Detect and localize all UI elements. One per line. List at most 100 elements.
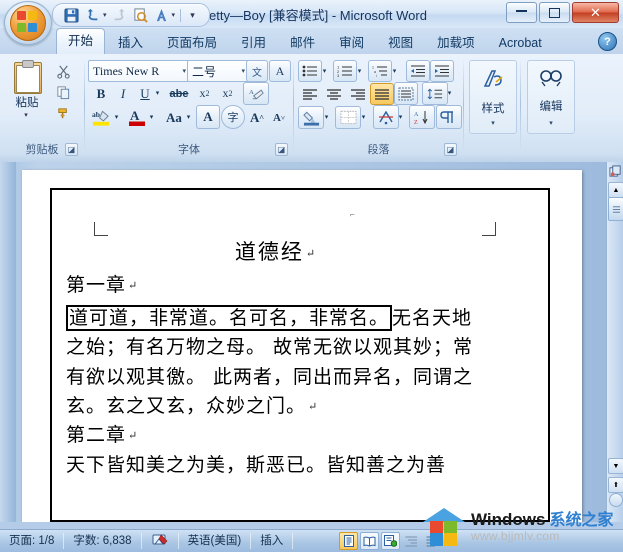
superscript-button[interactable]: x2 xyxy=(216,83,239,104)
font-group-label: 字体 xyxy=(178,144,200,156)
tab-page-layout[interactable]: 页面布局 xyxy=(156,32,228,54)
web-layout-view-button[interactable] xyxy=(381,532,401,550)
proofing-errors-icon[interactable] xyxy=(142,533,179,549)
grow-font-button[interactable]: A ˄ xyxy=(246,106,268,129)
format-painter-caret-icon[interactable]: ▾ xyxy=(172,11,176,19)
group-divider-4 xyxy=(520,58,521,152)
restore-button[interactable] xyxy=(539,2,570,23)
help-icon[interactable]: ? xyxy=(598,32,617,51)
scroll-down-button[interactable]: ▼ xyxy=(608,458,623,474)
font-name-caret-icon[interactable]: ▾ xyxy=(182,67,186,75)
character-border-button[interactable]: A xyxy=(269,60,291,82)
font-size-caret-icon[interactable]: ▾ xyxy=(241,67,245,75)
borders-caret-icon[interactable]: ▾ xyxy=(358,111,369,123)
svg-text:A: A xyxy=(130,108,140,123)
editing-button[interactable]: 编辑 ▾ xyxy=(527,60,575,134)
full-screen-reading-view-button[interactable] xyxy=(360,532,380,550)
group-divider-2 xyxy=(293,58,294,152)
asian-layout-caret-icon[interactable]: ▾ xyxy=(395,111,406,123)
shrink-font-button[interactable]: A ˅ xyxy=(268,106,290,129)
vertical-scrollbar[interactable]: ▲ ▼ ⬆ xyxy=(606,162,623,522)
document-canvas[interactable]: ⌐ 道德经 ↵ 第一章 ↵ 道可道，非常道。名可名，非常名。 无名天地之始；有名万物之… xyxy=(0,162,623,522)
document-page[interactable]: ⌐ 道德经 ↵ 第一章 ↵ 道可道，非常道。名可名，非常名。 无名天地之始；有名万物之… xyxy=(22,170,582,522)
save-icon[interactable] xyxy=(63,7,80,24)
selected-text-box[interactable]: 道可道，非常道。名可名，非常名。 xyxy=(66,304,393,331)
clipboard-dialog-launcher[interactable]: ◪ xyxy=(65,143,78,156)
copy-button[interactable] xyxy=(52,82,74,103)
show-formatting-marks-button[interactable] xyxy=(436,105,462,129)
tab-home[interactable]: 开始 xyxy=(56,28,106,54)
bold-button[interactable]: B xyxy=(90,83,112,104)
paste-caret-icon[interactable]: ▾ xyxy=(24,111,28,119)
ribbon-tab-strip: 开始 插入 页面布局 引用 邮件 审阅 视图 加载项 Acrobat ? xyxy=(0,28,623,55)
browse-object-top-icon[interactable] xyxy=(608,164,622,178)
phonetic-guide-button[interactable]: 文 xyxy=(246,60,268,82)
group-divider-3 xyxy=(463,58,464,152)
bullets-caret-icon[interactable]: ▾ xyxy=(319,65,330,77)
customize-qat-icon[interactable]: ▾ xyxy=(184,7,201,24)
font-dialog-launcher[interactable]: ◪ xyxy=(275,143,288,156)
tab-addins[interactable]: 加载项 xyxy=(426,32,486,54)
outline-view-button[interactable] xyxy=(402,532,421,550)
previous-page-button[interactable]: ⬆ xyxy=(608,477,623,493)
word-count-status[interactable]: 字数: 6,838 xyxy=(64,533,142,549)
align-right-button[interactable] xyxy=(346,83,370,105)
text-highlight-caret-icon[interactable]: ▾ xyxy=(111,111,122,123)
align-center-button[interactable] xyxy=(322,83,346,105)
tab-acrobat[interactable]: Acrobat xyxy=(488,32,553,54)
clear-formatting-button[interactable]: A xyxy=(243,82,269,105)
paste-button[interactable]: 粘贴 ▾ xyxy=(6,60,48,130)
scroll-thumb[interactable] xyxy=(608,197,623,221)
editing-caret-icon[interactable]: ▾ xyxy=(549,119,553,127)
office-orb-icon xyxy=(10,5,46,41)
tab-view[interactable]: 视图 xyxy=(377,32,424,54)
office-button[interactable] xyxy=(4,1,52,45)
multilevel-list-caret-icon[interactable]: ▾ xyxy=(389,65,400,77)
strikethrough-button[interactable]: abe xyxy=(166,83,192,104)
undo-icon[interactable] xyxy=(84,7,101,24)
language-status[interactable]: 英语(美国) xyxy=(179,533,252,549)
italic-button[interactable]: I xyxy=(112,83,134,104)
decrease-indent-button[interactable] xyxy=(406,60,430,82)
close-button[interactable]: ✕ xyxy=(572,2,619,23)
line-spacing-caret-icon[interactable]: ▾ xyxy=(444,87,455,99)
print-layout-view-button[interactable] xyxy=(339,532,359,550)
chapter-2-heading: 第二章 ↵ xyxy=(66,421,486,450)
sort-button[interactable]: AZ xyxy=(409,105,435,129)
justify-button[interactable] xyxy=(370,83,394,105)
align-left-button[interactable] xyxy=(298,83,322,105)
tab-references[interactable]: 引用 xyxy=(230,32,277,54)
format-painter-quick-icon[interactable] xyxy=(153,7,170,24)
styles-button[interactable]: 样式 ▾ xyxy=(469,60,517,134)
shading-caret-icon[interactable]: ▾ xyxy=(321,111,332,123)
ribbon-group-font: Times New R ▾ 二号 ▾ 文 A B I U ▾ abe x 2 x… xyxy=(86,56,292,158)
document-text[interactable]: 道德经 ↵ 第一章 ↵ 道可道，非常道。名可名，非常名。 无名天地之始；有名万物之母。… xyxy=(66,240,486,480)
scroll-up-button[interactable]: ▲ xyxy=(608,182,623,198)
increase-indent-button[interactable] xyxy=(430,60,454,82)
numbering-caret-icon[interactable]: ▾ xyxy=(354,65,365,77)
styles-caret-icon[interactable]: ▾ xyxy=(491,119,495,127)
redo-icon[interactable] xyxy=(111,7,128,24)
enclose-characters-button[interactable]: 字 xyxy=(221,105,245,129)
page-status[interactable]: 页面: 1/8 xyxy=(0,533,65,549)
print-preview-icon[interactable] xyxy=(132,7,149,24)
minimize-button[interactable] xyxy=(506,2,537,23)
underline-caret-icon[interactable]: ▾ xyxy=(152,87,163,99)
subscript-button[interactable]: x2 xyxy=(193,83,216,104)
tab-mailings[interactable]: 邮件 xyxy=(279,32,326,54)
character-shading-button[interactable]: A xyxy=(196,105,220,129)
chapter-1-pilcrow-icon: ↵ xyxy=(128,279,139,293)
distributed-button[interactable] xyxy=(394,82,418,105)
ribbon-group-styles: 样式 ▾ xyxy=(466,56,518,158)
font-color-caret-icon[interactable]: ▾ xyxy=(146,111,157,123)
font-size-combo[interactable]: 二号 ▾ xyxy=(187,60,249,82)
tab-review[interactable]: 审阅 xyxy=(328,32,375,54)
insert-mode-status[interactable]: 插入 xyxy=(251,533,294,549)
change-case-caret-icon[interactable]: ▾ xyxy=(183,111,194,123)
format-painter-button[interactable] xyxy=(52,103,74,124)
font-name-combo[interactable]: Times New R ▾ xyxy=(88,60,190,82)
cut-button[interactable] xyxy=(52,61,74,82)
tab-insert[interactable]: 插入 xyxy=(107,32,154,54)
undo-caret-icon[interactable]: ▾ xyxy=(103,11,107,19)
paragraph-dialog-launcher[interactable]: ◪ xyxy=(444,143,457,156)
